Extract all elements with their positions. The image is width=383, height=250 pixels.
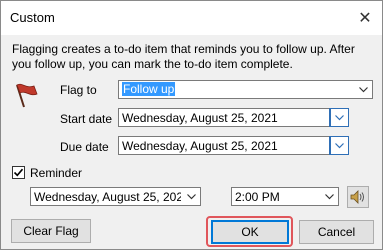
ok-button[interactable]: OK — [211, 220, 289, 244]
reminder-checkbox[interactable] — [12, 166, 25, 179]
flag-to-combo[interactable]: Follow up — [118, 80, 373, 99]
chevron-down-icon — [187, 193, 196, 199]
due-date-picker[interactable]: Wednesday, August 25, 2021 — [118, 136, 349, 155]
custom-flag-dialog: Custom ✕ Flagging creates a to-do item t… — [0, 0, 383, 250]
due-date-label: Due date — [60, 140, 109, 154]
flag-to-value: Follow up — [122, 82, 176, 96]
reminder-date-dropdown-button[interactable] — [183, 188, 200, 205]
title-bar: Custom ✕ — [1, 1, 382, 35]
flag-to-label: Flag to — [60, 83, 97, 97]
close-icon: ✕ — [358, 10, 372, 27]
chevron-down-icon — [335, 114, 344, 120]
cancel-button[interactable]: Cancel — [299, 220, 374, 244]
due-date-value: Wednesday, August 25, 2021 — [122, 139, 278, 153]
checkmark-icon — [13, 168, 24, 177]
chevron-down-icon — [335, 142, 344, 148]
reminder-time-combo[interactable]: 2:00 PM — [231, 187, 339, 206]
start-date-label: Start date — [60, 112, 113, 126]
reminder-label: Reminder — [30, 166, 83, 180]
reminder-date-value: Wednesday, August 25, 2021 — [34, 190, 181, 204]
speaker-icon — [350, 190, 364, 204]
reminder-date-picker[interactable]: Wednesday, August 25, 2021 — [30, 187, 201, 206]
reminder-sound-button[interactable] — [347, 186, 369, 208]
start-date-value: Wednesday, August 25, 2021 — [122, 111, 278, 125]
due-date-dropdown-button[interactable] — [329, 136, 349, 155]
chevron-down-icon — [325, 193, 334, 199]
reminder-time-dropdown-button[interactable] — [321, 188, 338, 205]
clear-flag-button[interactable]: Clear Flag — [11, 219, 91, 243]
close-button[interactable]: ✕ — [354, 7, 376, 29]
start-date-dropdown-button[interactable] — [329, 108, 349, 127]
chevron-down-icon — [359, 86, 368, 92]
flag-icon — [16, 83, 38, 108]
start-date-picker[interactable]: Wednesday, August 25, 2021 — [118, 108, 349, 127]
window-title: Custom — [10, 10, 55, 25]
flag-to-dropdown-button[interactable] — [355, 81, 372, 98]
intro-text: Flagging creates a to-do item that remin… — [12, 42, 355, 71]
reminder-time-value: 2:00 PM — [235, 190, 280, 204]
